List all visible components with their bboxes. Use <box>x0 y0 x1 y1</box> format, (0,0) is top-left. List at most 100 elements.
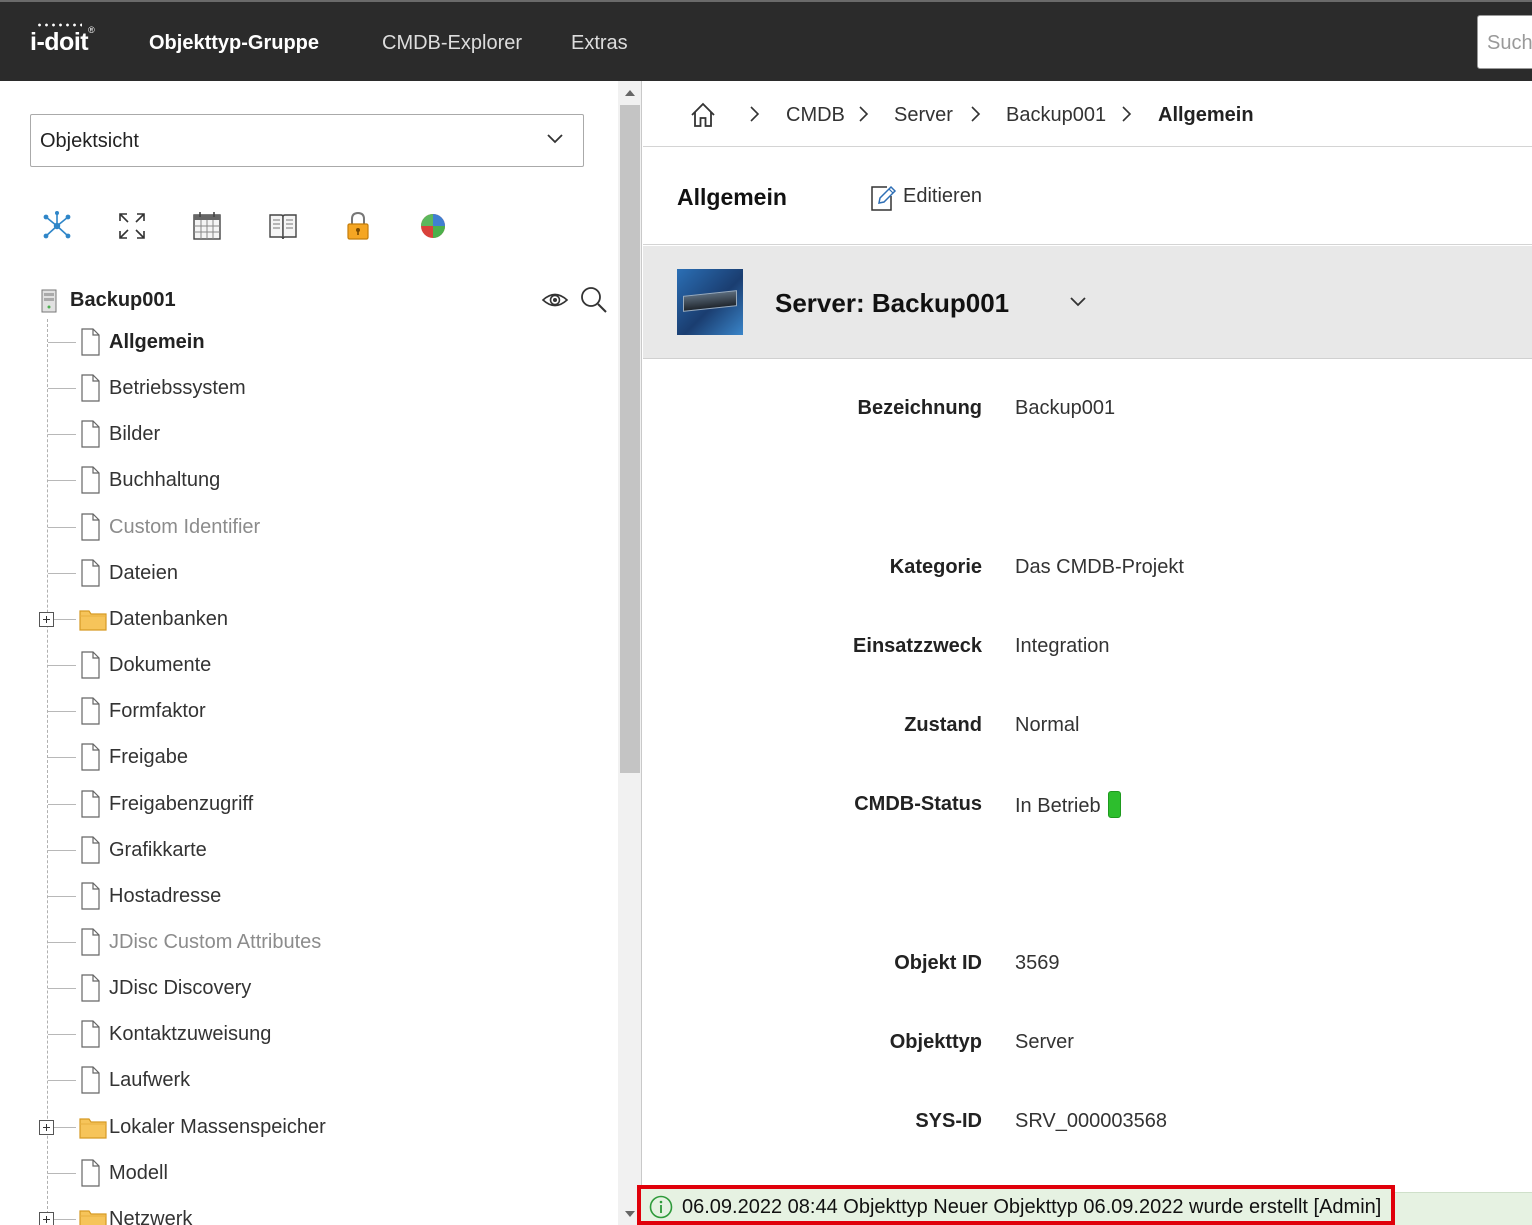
expand-icon[interactable] <box>115 209 149 243</box>
tree-branch-line <box>48 988 76 989</box>
scroll-up-arrow-icon[interactable] <box>625 90 635 96</box>
tree-branch-line <box>48 942 76 943</box>
tree-root-object[interactable]: Backup001 <box>38 285 608 315</box>
tree-branch-line <box>48 665 76 666</box>
file-icon <box>81 836 100 864</box>
field-value-objekttyp: Server <box>1015 1031 1074 1053</box>
server-icon <box>41 289 57 313</box>
tree-item-label: Custom Identifier <box>109 516 261 538</box>
tree-item-freigabe[interactable]: Freigabe <box>38 740 598 774</box>
file-icon <box>81 466 100 494</box>
nav-extras[interactable]: Extras <box>571 32 628 55</box>
tree-item-label: Dokumente <box>109 654 212 676</box>
search-icon[interactable] <box>579 285 609 315</box>
folder-icon <box>79 610 107 631</box>
field-label-cmdb-status: CMDB-Status <box>854 793 982 815</box>
field-value-bezeichnung: Backup001 <box>1015 397 1116 419</box>
calendar-icon[interactable] <box>190 209 224 243</box>
field-value-kategorie: Das CMDB-Projekt <box>1015 556 1184 578</box>
tree-item-kontaktzuweisung[interactable]: Kontaktzuweisung <box>38 1017 598 1051</box>
tree-item-datenbanken[interactable]: Datenbanken <box>38 602 598 636</box>
notification-message[interactable]: 06.09.2022 08:44 Objekttyp Neuer Objektt… <box>637 1185 1395 1225</box>
chevron-right-icon <box>750 106 760 122</box>
book-icon[interactable] <box>266 209 300 243</box>
tree-item-label: Datenbanken <box>109 608 228 630</box>
search-input[interactable]: Suche <box>1477 15 1532 69</box>
tree-branch-line <box>48 342 76 343</box>
file-icon <box>81 697 100 725</box>
i-doit-logo[interactable]: i-doit® <box>30 22 95 57</box>
tree-item-betriebssystem[interactable]: Betriebssystem <box>38 371 598 405</box>
status-indicator <box>1107 791 1121 818</box>
tree-item-freigabenzugriff[interactable]: Freigabenzugriff <box>38 787 598 821</box>
file-icon <box>81 974 100 1002</box>
expand-plus-icon[interactable] <box>39 612 54 627</box>
tree-item-grafikkarte[interactable]: Grafikkarte <box>38 833 598 867</box>
tree-item-allgemein[interactable]: Allgemein <box>38 325 598 359</box>
view-select[interactable]: Objektsicht <box>30 114 584 167</box>
file-icon <box>81 1159 100 1187</box>
chevron-down-icon[interactable] <box>1068 294 1088 310</box>
breadcrumb-current: Allgemein <box>1158 104 1254 126</box>
tree-item-jdisc-custom-attributes[interactable]: JDisc Custom Attributes <box>38 925 598 959</box>
tree-item-netzwerk[interactable]: Netzwerk <box>38 1202 598 1225</box>
expand-plus-icon[interactable] <box>39 1120 54 1135</box>
tree-branch-line <box>48 527 76 528</box>
tree-item-custom-identifier[interactable]: Custom Identifier <box>38 510 598 544</box>
page-title: Allgemein <box>677 184 787 210</box>
tree-item-formfaktor[interactable]: Formfaktor <box>38 694 598 728</box>
tree-item-lokaler-massenspeicher[interactable]: Lokaler Massenspeicher <box>38 1110 598 1144</box>
network-icon[interactable] <box>40 209 74 243</box>
chevron-right-icon <box>971 106 981 122</box>
eye-icon[interactable] <box>541 289 569 311</box>
lock-icon[interactable] <box>341 209 375 243</box>
chevron-right-icon <box>1122 106 1132 122</box>
field-label-objekt-id: Objekt ID <box>894 952 982 974</box>
tree-item-label: Kontaktzuweisung <box>109 1023 272 1045</box>
tree-item-label: Freigabenzugriff <box>109 793 254 815</box>
tree-item-hostadresse[interactable]: Hostadresse <box>38 879 598 913</box>
breadcrumb-object[interactable]: Backup001 <box>1006 104 1106 127</box>
file-icon <box>81 513 100 541</box>
file-icon <box>81 790 100 818</box>
chevron-right-icon <box>859 106 869 122</box>
nav-cmdb-explorer[interactable]: CMDB-Explorer <box>382 32 522 55</box>
pie-chart-icon[interactable] <box>416 209 450 243</box>
left-panel-scrollbar[interactable] <box>618 81 641 1225</box>
object-title: Server: Backup001 <box>775 288 1010 318</box>
view-select-value: Objektsicht <box>40 130 139 152</box>
notification-text: 06.09.2022 08:44 Objekttyp Neuer Objektt… <box>682 1196 1382 1218</box>
tree-item-laufwerk[interactable]: Laufwerk <box>38 1063 598 1097</box>
tree-branch-line <box>48 1173 76 1174</box>
breadcrumb-server[interactable]: Server <box>894 104 953 127</box>
tree-item-dokumente[interactable]: Dokumente <box>38 648 598 682</box>
file-icon <box>81 559 100 587</box>
field-value-objekt-id: 3569 <box>1015 952 1060 974</box>
scroll-down-arrow-icon[interactable] <box>625 1211 635 1217</box>
tree-item-bilder[interactable]: Bilder <box>38 417 598 451</box>
tree-item-dateien[interactable]: Dateien <box>38 556 598 590</box>
logo-text: i-doit <box>30 28 89 56</box>
expand-plus-icon[interactable] <box>39 1212 54 1225</box>
tree-item-label: Netzwerk <box>109 1208 193 1225</box>
edit-button[interactable]: Editieren <box>869 183 989 213</box>
category-title-row: Allgemein Editieren <box>643 147 1532 245</box>
tree-item-jdisc-discovery[interactable]: JDisc Discovery <box>38 971 598 1005</box>
file-icon <box>81 651 100 679</box>
field-label-sys-id: SYS-ID <box>915 1110 982 1132</box>
home-icon[interactable] <box>689 101 717 129</box>
scroll-thumb[interactable] <box>620 105 640 773</box>
field-label-einsatzzweck: Einsatzzweck <box>853 635 982 657</box>
tree-item-buchhaltung[interactable]: Buchhaltung <box>38 463 598 497</box>
tree-item-label: Freigabe <box>109 746 188 768</box>
tree-item-label: Buchhaltung <box>109 469 221 491</box>
field-value-cmdb-status: In Betrieb <box>1015 795 1101 817</box>
breadcrumb: CMDB Server Backup001 Allgemein <box>643 81 1532 147</box>
field-value-einsatzzweck: Integration <box>1015 635 1110 657</box>
tree-branch-line <box>48 388 76 389</box>
tree-branch-line <box>48 480 76 481</box>
file-icon <box>81 1020 100 1048</box>
tree-item-modell[interactable]: Modell <box>38 1156 598 1190</box>
nav-objekttyp-gruppe[interactable]: Objekttyp-Gruppe <box>149 32 319 55</box>
breadcrumb-cmdb[interactable]: CMDB <box>786 104 845 127</box>
